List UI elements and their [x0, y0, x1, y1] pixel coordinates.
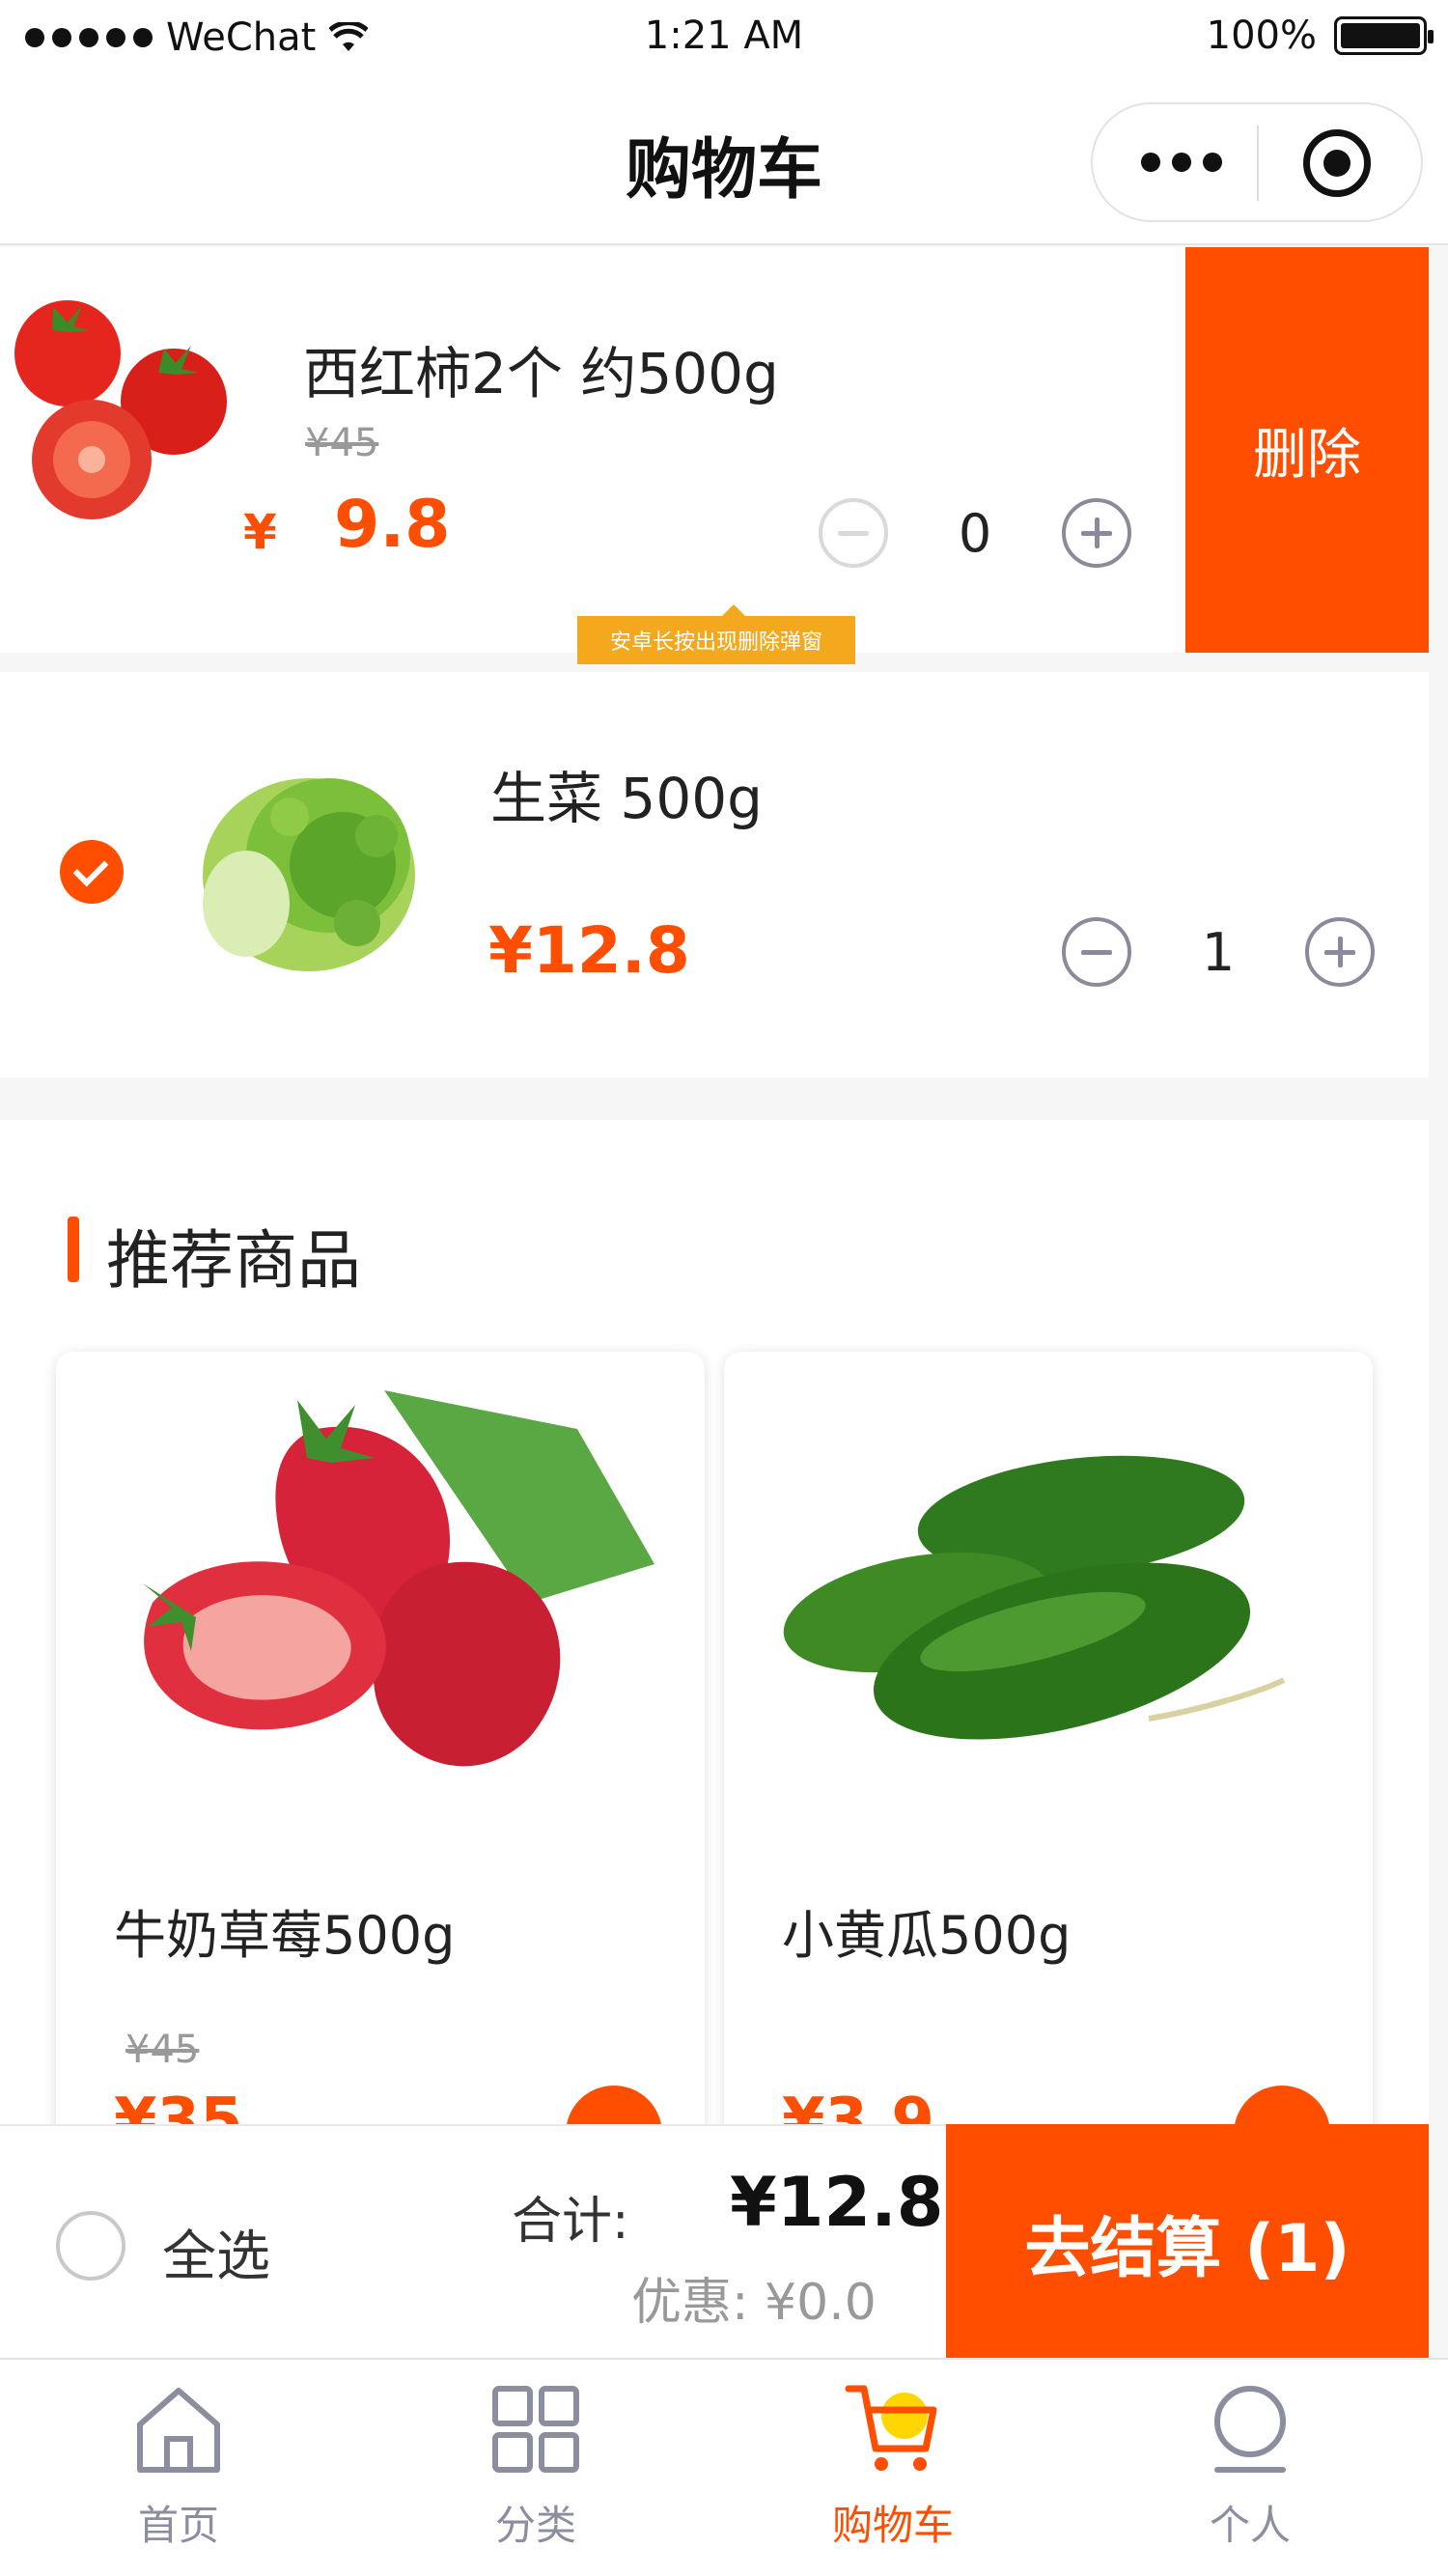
tab-profile[interactable]: 个人: [1072, 2360, 1429, 2576]
tab-label: 个人: [1209, 2502, 1291, 2549]
increase-button[interactable]: [1305, 917, 1375, 987]
battery-percent: 100%: [1206, 14, 1317, 58]
increase-button[interactable]: [1062, 498, 1131, 568]
section-title: 推荐商品: [106, 1223, 361, 1298]
checkout-button[interactable]: 去结算 (1): [946, 2124, 1429, 2360]
tooltip: 安卓长按出现删除弹窗: [577, 604, 855, 664]
recommend-section: 推荐商品 牛奶草莓500g ¥45 ¥35 小黄瓜500g ¥3.9: [0, 1120, 1429, 2221]
section-accent-bar: [68, 1217, 79, 1282]
cart-icon: [845, 2385, 937, 2471]
battery-icon: [1334, 16, 1434, 55]
tab-cart[interactable]: 购物车: [714, 2360, 1072, 2576]
item-currency: ¥: [243, 504, 277, 560]
strawberry-image: [143, 1390, 654, 1767]
decrease-button[interactable]: [819, 498, 888, 568]
miniprogram-capsule: [1091, 102, 1423, 222]
item-price: 9.8: [334, 487, 451, 563]
item-name: 西红柿2个 约500g: [303, 341, 779, 406]
delete-button[interactable]: 删除: [1185, 247, 1429, 653]
product-name: 小黄瓜500g: [782, 1905, 1072, 1966]
tab-category[interactable]: 分类: [357, 2360, 714, 2576]
cucumber-image: [783, 1455, 1286, 1740]
profile-icon: [1214, 2386, 1286, 2473]
status-bar: WeChat 1:21 AM 100%: [0, 0, 1448, 81]
product-name: 牛奶草莓500g: [114, 1905, 456, 1966]
tab-label: 分类: [494, 2502, 576, 2549]
tab-label: 首页: [137, 2502, 219, 2549]
product-old-price: ¥45: [125, 2028, 200, 2072]
quantity-stepper: 1: [1062, 917, 1375, 987]
select-all-checkbox[interactable]: [56, 2211, 125, 2281]
tab-bar: 首页 分类 购物车 个人: [0, 2358, 1448, 2576]
discount-text: 优惠: ¥0.0: [631, 2274, 877, 2332]
nav-bar: 购物车: [0, 81, 1448, 245]
decrease-button[interactable]: [1062, 917, 1131, 987]
tab-home[interactable]: 首页: [0, 2360, 357, 2576]
total-label: 合计:: [512, 2193, 629, 2251]
item-old-price: ¥45: [305, 421, 379, 465]
status-right: 100%: [1206, 14, 1434, 58]
select-all-label[interactable]: 全选: [162, 2213, 270, 2291]
quantity-value: 0: [958, 502, 992, 564]
item-name: 生菜 500g: [490, 766, 763, 831]
product-card[interactable]: 牛奶草莓500g ¥45 ¥35: [56, 1352, 705, 2221]
cart-item[interactable]: 生菜 500g ¥12.8 1: [0, 672, 1429, 1078]
capsule-divider: [1257, 126, 1259, 201]
item-checkbox-checked[interactable]: [60, 840, 124, 904]
checkout-bar: 全选 合计: ¥12.8 优惠: ¥0.0 去结算 (1): [0, 2124, 1429, 2360]
tomato-image: [14, 300, 227, 519]
home-icon: [137, 2388, 220, 2473]
category-grid-icon: [492, 2386, 579, 2473]
lettuce-image: [203, 778, 415, 971]
total-value: ¥12.8: [730, 2163, 944, 2242]
item-price: ¥12.8: [488, 913, 690, 988]
cart-item[interactable]: 西红柿2个 约500g ¥45 ¥ 9.8 0 删除: [0, 247, 1429, 653]
more-icon[interactable]: [1141, 143, 1222, 182]
product-card[interactable]: 小黄瓜500g ¥3.9: [724, 1352, 1373, 2221]
tab-label: 购物车: [831, 2502, 954, 2549]
quantity-value: 1: [1201, 921, 1236, 983]
close-target-icon[interactable]: [1303, 129, 1371, 197]
quantity-stepper: 0: [819, 498, 1131, 568]
